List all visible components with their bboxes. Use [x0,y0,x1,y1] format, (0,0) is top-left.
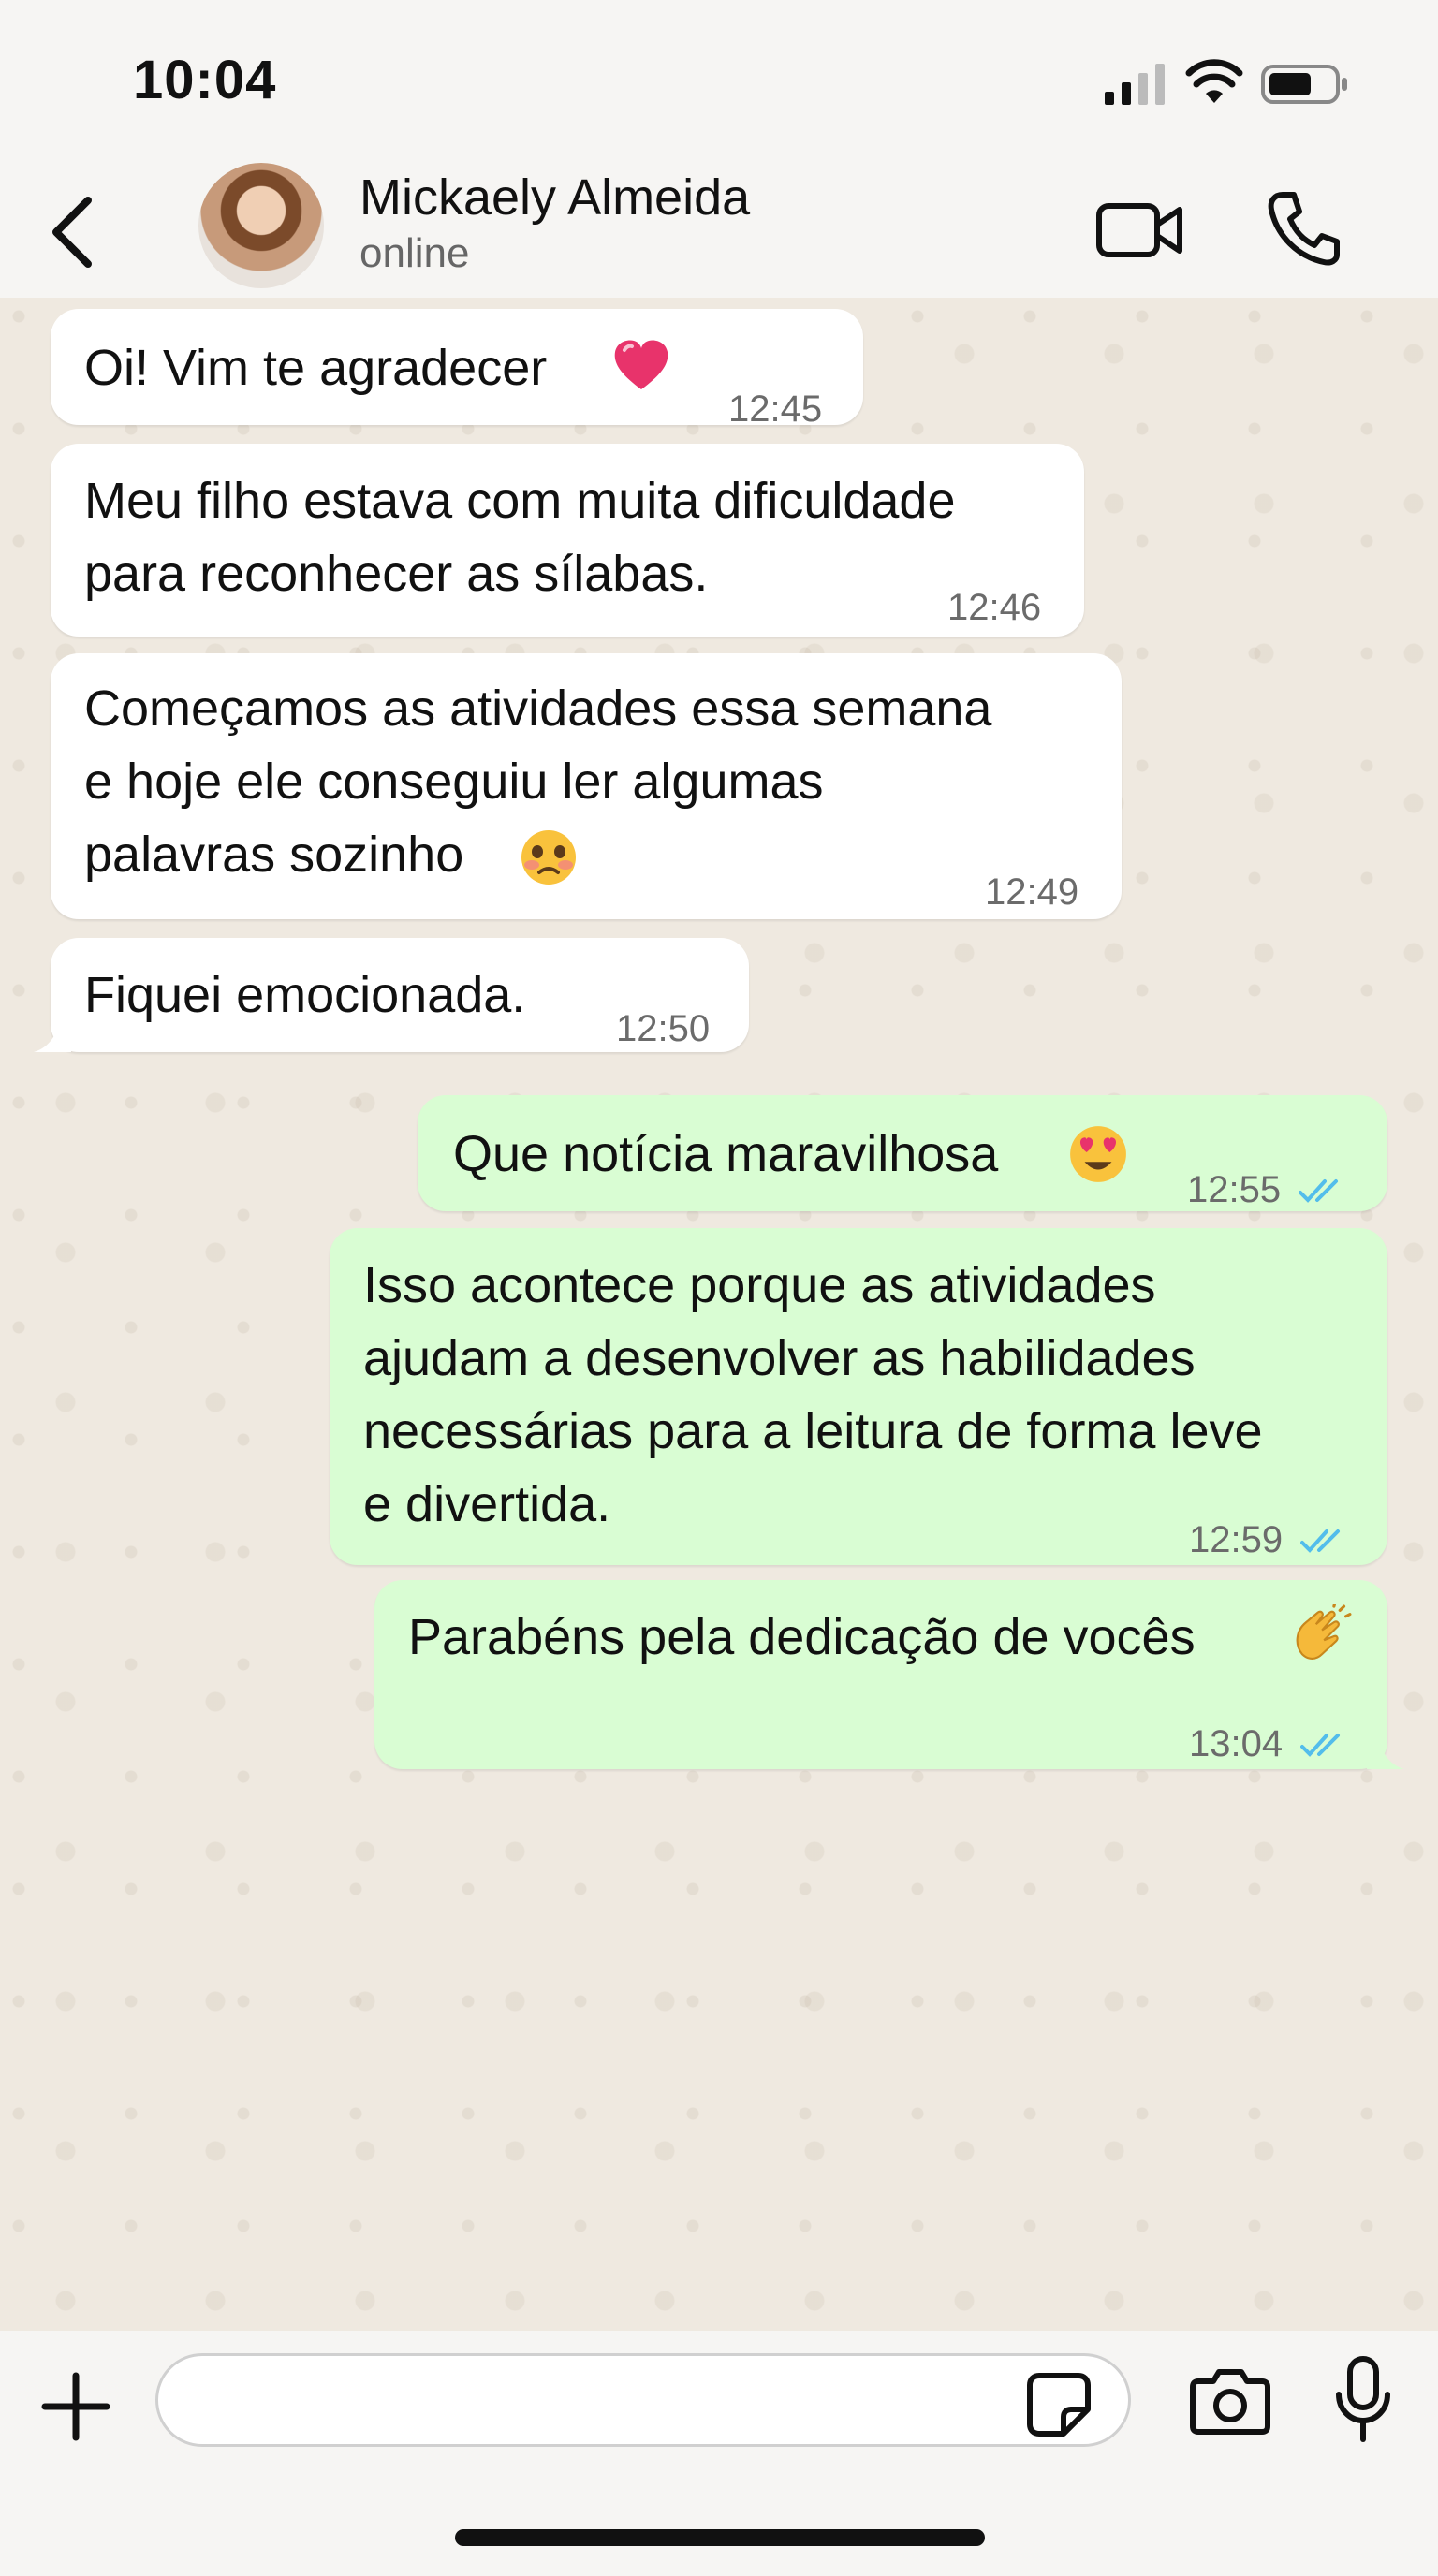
message-time: 12:55 [1187,1153,1351,1226]
message-time: 13:04 [1189,1707,1353,1780]
home-indicator [455,2529,985,2546]
outgoing-message[interactable]: Isso acontece porque as atividades ajuda… [330,1228,1387,1565]
bubble-tail [34,1024,71,1052]
outgoing-message[interactable]: Que notícia maravilhosa 12:55 [418,1095,1387,1211]
read-ticks-icon [1299,1179,1339,1204]
status-clock: 10:04 [133,50,277,110]
clapping-hands-emoji-icon [1296,1604,1352,1660]
message-time: 12:59 [1189,1503,1353,1576]
contact-avatar[interactable] [198,163,324,288]
status-bar: 10:04 [0,0,1438,159]
read-ticks-icon [1300,1734,1341,1758]
message-text: Meu filho estava com muita dificuldade p… [84,473,956,602]
message-time: 12:49 [985,871,1079,913]
battery-icon [1261,65,1347,104]
plus-icon[interactable] [39,2370,112,2443]
wifi-icon [1185,59,1243,103]
chat-area[interactable]: Oi! Vim te agradecer 12:45 Meu filho est… [0,298,1438,2331]
contact-name[interactable]: Mickaely Almeida [360,168,750,227]
input-bar [0,2331,1438,2576]
message-time: 12:45 [728,388,823,430]
message-text: Que notícia maravilhosa [453,1126,999,1182]
incoming-message[interactable]: Começamos as atividades essa semana e ho… [51,653,1122,919]
incoming-message[interactable]: Fiquei emocionada. 12:50 [34,938,749,1052]
read-ticks-icon [1300,1530,1341,1554]
bubble-tail [1367,1741,1404,1769]
video-camera-icon[interactable] [1095,197,1185,264]
message-text: Isso acontece porque as atividades ajuda… [363,1257,1263,1532]
chat-header: Mickaely Almeida online [0,159,1438,298]
message-text: Parabéns pela dedicação de vocês [408,1609,1196,1665]
message-time-text: 12:59 [1189,1519,1284,1560]
signal-icon [1105,64,1165,105]
contact-status: online [360,230,470,276]
outgoing-message[interactable]: Parabéns pela dedicação de vocês 13:04 [374,1580,1404,1769]
message-input[interactable] [155,2353,1131,2447]
camera-icon[interactable] [1189,2364,1271,2436]
face-holding-back-tears-emoji-icon [521,830,576,885]
message-time: 12:46 [947,587,1042,628]
message-time: 12:50 [616,1008,711,1049]
phone-icon[interactable] [1266,189,1341,268]
message-text: Oi! Vim te agradecer [84,340,548,396]
incoming-message[interactable]: Meu filho estava com muita dificuldade p… [51,444,1084,637]
heart-emoji-icon [614,340,668,389]
message-text: Fiquei emocionada. [84,967,526,1023]
message-time-text: 13:04 [1189,1723,1284,1764]
incoming-message[interactable]: Oi! Vim te agradecer 12:45 [51,309,863,430]
heart-eyes-emoji-icon [1070,1126,1126,1182]
microphone-icon[interactable] [1333,2355,1393,2445]
sticker-icon[interactable] [1026,2372,1092,2437]
back-chevron-icon[interactable] [45,193,99,271]
message-time-text: 12:55 [1187,1169,1282,1210]
